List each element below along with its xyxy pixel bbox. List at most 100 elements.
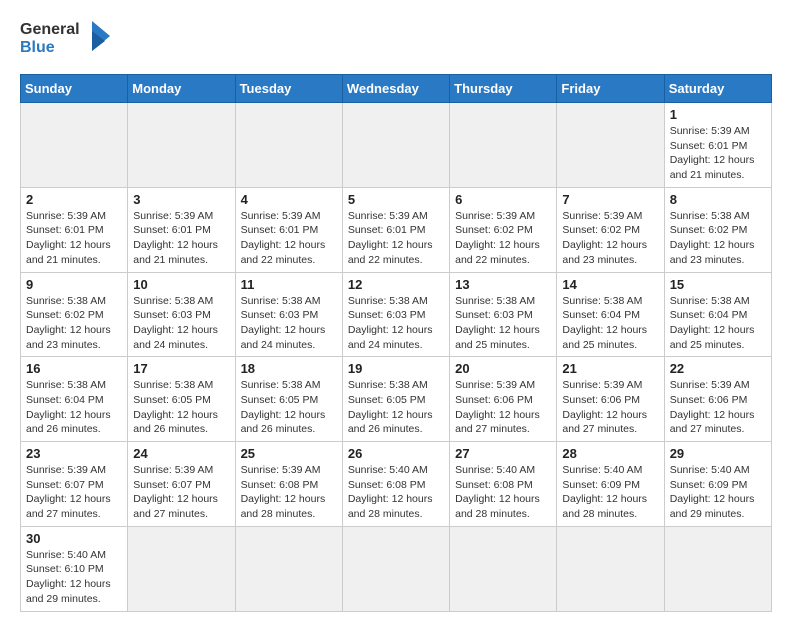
day-number: 9 bbox=[26, 277, 122, 292]
calendar-week-row: 1Sunrise: 5:39 AM Sunset: 6:01 PM Daylig… bbox=[21, 103, 772, 188]
calendar-header-row: SundayMondayTuesdayWednesdayThursdayFrid… bbox=[21, 75, 772, 103]
day-number: 13 bbox=[455, 277, 551, 292]
day-number: 3 bbox=[133, 192, 229, 207]
day-info: Sunrise: 5:38 AM Sunset: 6:04 PM Dayligh… bbox=[670, 294, 766, 353]
day-number: 19 bbox=[348, 361, 444, 376]
calendar-day-cell: 29Sunrise: 5:40 AM Sunset: 6:09 PM Dayli… bbox=[664, 442, 771, 527]
calendar-day-cell: 18 Sunrise: 5:38 AM Sunset: 6:05 PM Dayli… bbox=[235, 357, 342, 442]
day-number: 5 bbox=[348, 192, 444, 207]
calendar-day-cell: 2 Sunrise: 5:39 AM Sunset: 6:01 PM Daylig… bbox=[21, 187, 128, 272]
day-info: Sunrise: 5:38 AM Sunset: 6:05 PM Dayligh… bbox=[348, 378, 444, 437]
day-info: Sunrise: 5:39 AM Sunset: 6:01 PM Dayligh… bbox=[133, 209, 229, 268]
calendar-day-cell: 7 Sunrise: 5:39 AM Sunset: 6:02 PM Daylig… bbox=[557, 187, 664, 272]
calendar-day-cell: 23 Sunrise: 5:39 AM Sunset: 6:07 PM Dayli… bbox=[21, 442, 128, 527]
svg-text:General: General bbox=[20, 21, 80, 38]
calendar-day-cell bbox=[450, 103, 557, 188]
day-info: Sunrise: 5:38 AM Sunset: 6:03 PM Dayligh… bbox=[348, 294, 444, 353]
calendar-day-cell: 1Sunrise: 5:39 AM Sunset: 6:01 PM Daylig… bbox=[664, 103, 771, 188]
day-number: 10 bbox=[133, 277, 229, 292]
calendar-table: SundayMondayTuesdayWednesdayThursdayFrid… bbox=[20, 74, 772, 612]
calendar-day-cell: 17 Sunrise: 5:38 AM Sunset: 6:05 PM Dayli… bbox=[128, 357, 235, 442]
calendar-day-cell: 8 Sunrise: 5:38 AM Sunset: 6:02 PM Daylig… bbox=[664, 187, 771, 272]
calendar-day-cell bbox=[557, 103, 664, 188]
day-info: Sunrise: 5:39 AM Sunset: 6:01 PM Dayligh… bbox=[670, 124, 766, 183]
logo: GeneralBlue bbox=[20, 16, 120, 66]
calendar-day-cell bbox=[342, 103, 449, 188]
calendar-day-cell bbox=[235, 526, 342, 611]
day-number: 12 bbox=[348, 277, 444, 292]
calendar-day-cell: 28 Sunrise: 5:40 AM Sunset: 6:09 PM Dayli… bbox=[557, 442, 664, 527]
calendar-day-cell: 15Sunrise: 5:38 AM Sunset: 6:04 PM Dayli… bbox=[664, 272, 771, 357]
calendar-day-cell: 10Sunrise: 5:38 AM Sunset: 6:03 PM Dayli… bbox=[128, 272, 235, 357]
calendar-week-row: 30Sunrise: 5:40 AM Sunset: 6:10 PM Dayli… bbox=[21, 526, 772, 611]
day-info: Sunrise: 5:38 AM Sunset: 6:05 PM Dayligh… bbox=[133, 378, 229, 437]
day-number: 6 bbox=[455, 192, 551, 207]
day-info: Sunrise: 5:39 AM Sunset: 6:07 PM Dayligh… bbox=[26, 463, 122, 522]
calendar-week-row: 23 Sunrise: 5:39 AM Sunset: 6:07 PM Dayli… bbox=[21, 442, 772, 527]
day-info: Sunrise: 5:39 AM Sunset: 6:06 PM Dayligh… bbox=[670, 378, 766, 437]
calendar-week-row: 2 Sunrise: 5:39 AM Sunset: 6:01 PM Daylig… bbox=[21, 187, 772, 272]
day-of-week-header: Thursday bbox=[450, 75, 557, 103]
day-of-week-header: Sunday bbox=[21, 75, 128, 103]
calendar-day-cell: 24 Sunrise: 5:39 AM Sunset: 6:07 PM Dayli… bbox=[128, 442, 235, 527]
day-of-week-header: Tuesday bbox=[235, 75, 342, 103]
calendar-day-cell: 3 Sunrise: 5:39 AM Sunset: 6:01 PM Daylig… bbox=[128, 187, 235, 272]
day-info: Sunrise: 5:39 AM Sunset: 6:02 PM Dayligh… bbox=[562, 209, 658, 268]
calendar-day-cell: 12 Sunrise: 5:38 AM Sunset: 6:03 PM Dayli… bbox=[342, 272, 449, 357]
day-info: Sunrise: 5:40 AM Sunset: 6:08 PM Dayligh… bbox=[455, 463, 551, 522]
logo-svg: GeneralBlue bbox=[20, 16, 120, 66]
svg-text:Blue: Blue bbox=[20, 39, 55, 56]
day-number: 22 bbox=[670, 361, 766, 376]
calendar-day-cell bbox=[450, 526, 557, 611]
page-header: GeneralBlue bbox=[20, 16, 772, 66]
day-of-week-header: Wednesday bbox=[342, 75, 449, 103]
day-number: 29 bbox=[670, 446, 766, 461]
day-info: Sunrise: 5:39 AM Sunset: 6:06 PM Dayligh… bbox=[562, 378, 658, 437]
day-info: Sunrise: 5:38 AM Sunset: 6:05 PM Dayligh… bbox=[241, 378, 337, 437]
calendar-week-row: 16Sunrise: 5:38 AM Sunset: 6:04 PM Dayli… bbox=[21, 357, 772, 442]
day-info: Sunrise: 5:39 AM Sunset: 6:01 PM Dayligh… bbox=[348, 209, 444, 268]
day-number: 8 bbox=[670, 192, 766, 207]
day-info: Sunrise: 5:40 AM Sunset: 6:09 PM Dayligh… bbox=[562, 463, 658, 522]
day-info: Sunrise: 5:38 AM Sunset: 6:04 PM Dayligh… bbox=[562, 294, 658, 353]
day-info: Sunrise: 5:39 AM Sunset: 6:02 PM Dayligh… bbox=[455, 209, 551, 268]
day-info: Sunrise: 5:38 AM Sunset: 6:02 PM Dayligh… bbox=[26, 294, 122, 353]
calendar-day-cell: 9 Sunrise: 5:38 AM Sunset: 6:02 PM Daylig… bbox=[21, 272, 128, 357]
day-number: 28 bbox=[562, 446, 658, 461]
day-info: Sunrise: 5:39 AM Sunset: 6:01 PM Dayligh… bbox=[241, 209, 337, 268]
day-info: Sunrise: 5:39 AM Sunset: 6:07 PM Dayligh… bbox=[133, 463, 229, 522]
day-number: 27 bbox=[455, 446, 551, 461]
day-info: Sunrise: 5:38 AM Sunset: 6:02 PM Dayligh… bbox=[670, 209, 766, 268]
day-info: Sunrise: 5:39 AM Sunset: 6:01 PM Dayligh… bbox=[26, 209, 122, 268]
day-info: Sunrise: 5:38 AM Sunset: 6:03 PM Dayligh… bbox=[455, 294, 551, 353]
day-number: 4 bbox=[241, 192, 337, 207]
calendar-day-cell: 6 Sunrise: 5:39 AM Sunset: 6:02 PM Daylig… bbox=[450, 187, 557, 272]
day-number: 2 bbox=[26, 192, 122, 207]
calendar-day-cell: 27 Sunrise: 5:40 AM Sunset: 6:08 PM Dayli… bbox=[450, 442, 557, 527]
calendar-day-cell bbox=[21, 103, 128, 188]
calendar-day-cell: 5 Sunrise: 5:39 AM Sunset: 6:01 PM Daylig… bbox=[342, 187, 449, 272]
calendar-day-cell: 4 Sunrise: 5:39 AM Sunset: 6:01 PM Daylig… bbox=[235, 187, 342, 272]
calendar-day-cell: 21Sunrise: 5:39 AM Sunset: 6:06 PM Dayli… bbox=[557, 357, 664, 442]
day-number: 20 bbox=[455, 361, 551, 376]
calendar-week-row: 9 Sunrise: 5:38 AM Sunset: 6:02 PM Daylig… bbox=[21, 272, 772, 357]
calendar-day-cell bbox=[128, 103, 235, 188]
calendar-day-cell bbox=[342, 526, 449, 611]
day-number: 18 bbox=[241, 361, 337, 376]
day-info: Sunrise: 5:39 AM Sunset: 6:08 PM Dayligh… bbox=[241, 463, 337, 522]
day-number: 25 bbox=[241, 446, 337, 461]
day-number: 11 bbox=[241, 277, 337, 292]
day-number: 23 bbox=[26, 446, 122, 461]
day-info: Sunrise: 5:40 AM Sunset: 6:10 PM Dayligh… bbox=[26, 548, 122, 607]
calendar-day-cell bbox=[235, 103, 342, 188]
day-of-week-header: Saturday bbox=[664, 75, 771, 103]
calendar-day-cell bbox=[128, 526, 235, 611]
day-number: 7 bbox=[562, 192, 658, 207]
calendar-day-cell: 25 Sunrise: 5:39 AM Sunset: 6:08 PM Dayli… bbox=[235, 442, 342, 527]
day-info: Sunrise: 5:40 AM Sunset: 6:08 PM Dayligh… bbox=[348, 463, 444, 522]
day-number: 24 bbox=[133, 446, 229, 461]
calendar-day-cell: 22 Sunrise: 5:39 AM Sunset: 6:06 PM Dayli… bbox=[664, 357, 771, 442]
day-number: 16 bbox=[26, 361, 122, 376]
day-number: 17 bbox=[133, 361, 229, 376]
calendar-day-cell: 11Sunrise: 5:38 AM Sunset: 6:03 PM Dayli… bbox=[235, 272, 342, 357]
